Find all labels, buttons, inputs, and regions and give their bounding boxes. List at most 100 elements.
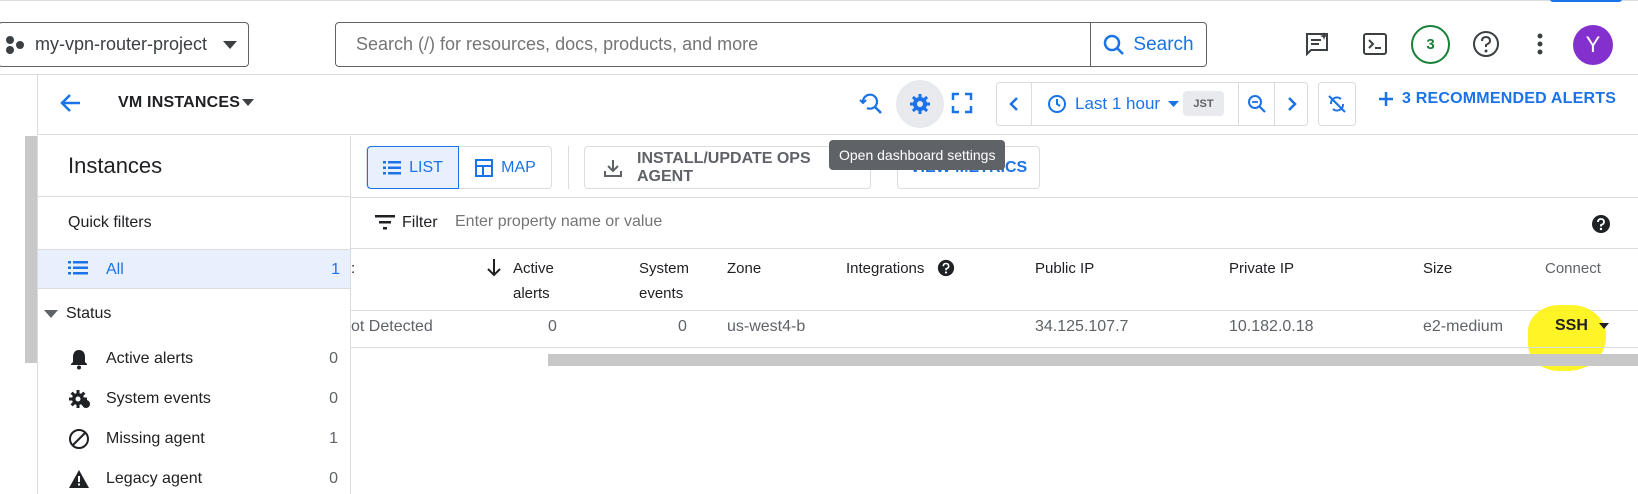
quick-filter-missing-agent[interactable]: Missing agent 1 [68, 428, 338, 450]
sort-arrow-down-icon[interactable] [486, 258, 502, 278]
top-right-accent [1550, 0, 1622, 2]
explore-query-icon[interactable] [854, 86, 888, 120]
chevron-down-icon[interactable] [242, 99, 254, 106]
cell-size: e2-medium [1423, 318, 1504, 335]
page-title[interactable]: VM INSTANCES [118, 94, 240, 112]
gear-alert-icon [68, 388, 90, 410]
table-horizontal-scrollbar[interactable] [548, 354, 1638, 366]
filter-input[interactable] [455, 213, 955, 231]
sidebar-title: Instances [68, 153, 163, 178]
list-icon [68, 260, 88, 276]
column-header-connect: Connect [1545, 260, 1601, 277]
project-name: my-vpn-router-project [35, 34, 208, 54]
zoom-out-button[interactable] [1238, 82, 1274, 126]
list-view-button[interactable]: LIST [367, 146, 459, 189]
quick-filter-count: 0 [329, 470, 338, 487]
column-header-integrations[interactable]: Integrations [846, 256, 924, 281]
quick-filter-count: 1 [329, 430, 338, 447]
chevron-down-icon[interactable] [1599, 323, 1609, 329]
help-icon[interactable] [1591, 214, 1611, 234]
cell-zone: us-west4-b [727, 318, 806, 335]
warning-icon [68, 468, 90, 490]
fullscreen-icon[interactable] [945, 86, 979, 120]
search-button-label: Search [1133, 33, 1194, 55]
column-header-zone[interactable]: Zone [727, 256, 761, 281]
status-group-toggle[interactable]: Status [44, 305, 111, 323]
cloud-shell-icon[interactable] [1358, 27, 1392, 61]
column-header-system-events[interactable]: System events [639, 256, 689, 306]
quick-filter-all-label: All [106, 261, 124, 278]
chevron-right-icon [1287, 96, 1297, 112]
quick-filter-all[interactable]: All 1 [38, 249, 350, 289]
cell-active-alerts: 0 [548, 318, 557, 335]
dashboard-settings-button[interactable] [896, 80, 944, 128]
quick-filter-all-count: 1 [331, 261, 340, 278]
quick-filter-label: System events [106, 390, 211, 407]
column-header-colon: : [351, 260, 356, 277]
quick-filter-label: Legacy agent [106, 470, 203, 487]
nav-scrollbar[interactable] [25, 136, 37, 363]
quick-filter-label: Missing agent [106, 430, 205, 447]
quick-filter-count: 0 [329, 350, 338, 367]
ssh-button[interactable]: SSH [1555, 317, 1588, 335]
chevron-down-icon [1168, 101, 1180, 107]
quick-filter-active-alerts[interactable]: Active alerts 0 [68, 348, 338, 370]
gear-icon [909, 93, 931, 115]
toolbar-divider [568, 146, 569, 189]
bell-icon [68, 348, 90, 370]
list-view-label: LIST [409, 158, 443, 176]
header-line: System [639, 260, 690, 277]
clock-icon [1047, 94, 1067, 114]
time-range-picker[interactable]: Last 1 hour [1047, 82, 1180, 126]
header-line: alerts [513, 285, 550, 302]
back-arrow-icon[interactable] [58, 90, 84, 116]
map-grid-icon [475, 158, 494, 177]
plus-icon [1378, 91, 1394, 107]
caret-down-icon [44, 310, 58, 318]
filter-label: Filter [402, 214, 438, 231]
search-box: Search [335, 22, 1207, 67]
sidebar-divider [37, 196, 351, 197]
header-line: events [639, 285, 684, 302]
table-row-divider [351, 347, 1638, 348]
cell-system-events: 0 [678, 318, 687, 335]
settings-tooltip: Open dashboard settings [829, 140, 1006, 170]
chevron-down-icon [223, 40, 238, 49]
column-header-active-alerts[interactable]: Active alerts [513, 256, 554, 306]
block-icon [68, 428, 90, 450]
recommended-alerts-button[interactable]: 3 RECOMMENDED ALERTS [1378, 90, 1616, 108]
help-icon[interactable] [937, 259, 955, 277]
notifications-badge[interactable]: 3 [1411, 25, 1450, 64]
search-input[interactable] [336, 23, 1091, 66]
project-icon [5, 35, 25, 55]
time-range-label: Last 1 hour [1075, 94, 1161, 113]
quick-filters-heading: Quick filters [68, 214, 152, 231]
help-icon[interactable] [1469, 27, 1503, 61]
time-next-button[interactable] [1274, 82, 1308, 126]
column-header-size[interactable]: Size [1423, 256, 1452, 281]
more-vert-icon[interactable] [1523, 27, 1557, 61]
sync-off-button[interactable] [1318, 82, 1356, 126]
table-header-divider [351, 310, 1638, 311]
column-header-private-ip[interactable]: Private IP [1229, 256, 1294, 281]
recommended-alerts-label: 3 RECOMMENDED ALERTS [1402, 90, 1617, 107]
cell-public-ip[interactable]: 34.125.107.7 [1035, 318, 1128, 336]
quick-filter-count: 0 [329, 390, 338, 407]
time-prev-button[interactable] [996, 82, 1032, 126]
release-notes-icon[interactable] [1300, 27, 1334, 61]
zoom-icon [1247, 94, 1267, 114]
cell-private-ip: 10.182.0.18 [1229, 318, 1314, 335]
map-view-button[interactable]: MAP [459, 146, 552, 189]
header-line: Active [513, 260, 554, 277]
filter-icon[interactable] [375, 214, 395, 230]
search-button[interactable]: Search [1090, 23, 1206, 66]
quick-filter-label: Active alerts [106, 350, 194, 367]
quick-filter-legacy-agent[interactable]: Legacy agent 0 [68, 468, 338, 490]
install-ops-agent-button[interactable]: INSTALL/UPDATE OPS AGENT [584, 146, 871, 189]
quick-filter-system-events[interactable]: System events 0 [68, 388, 338, 410]
list-icon [383, 160, 402, 175]
map-view-label: MAP [501, 158, 536, 176]
column-header-public-ip[interactable]: Public IP [1035, 256, 1094, 281]
project-picker[interactable]: my-vpn-router-project [0, 22, 249, 67]
avatar[interactable]: Y [1573, 25, 1613, 65]
